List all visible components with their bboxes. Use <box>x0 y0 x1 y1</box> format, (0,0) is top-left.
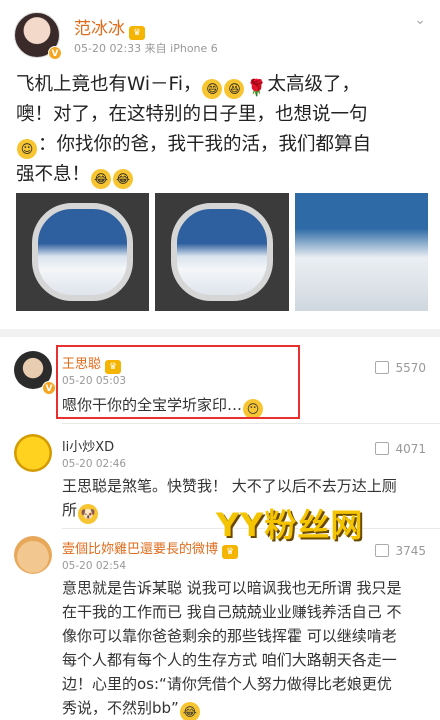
comment-text: 意思就是告诉某聪 说我可以暗讽我也无所谓 我只是 在干我的工作而已 我自己兢兢业… <box>62 576 428 720</box>
laugh-emoji-icon: 😂 <box>91 169 112 189</box>
highlight-box <box>56 345 300 419</box>
vip-crown-icon: ♛ <box>222 545 239 559</box>
laugh-emoji-icon: 😂 <box>113 169 134 189</box>
thumbs-up-icon <box>375 442 390 455</box>
avatar[interactable] <box>14 434 52 472</box>
like-button[interactable]: 3745 <box>375 544 426 558</box>
smile-emoji-icon: ☺ <box>17 139 37 159</box>
laugh-emoji-icon: 😄 <box>202 79 223 99</box>
comment-item: 壹個比妳雞巴還要長的微博 ♛ 05-20 02:54 意思就是告诉某聪 说我可以暗… <box>0 532 440 720</box>
photo-thumbnail[interactable] <box>16 193 150 311</box>
weibo-post: V 范冰冰 ♛ 05-20 02:33 来自 iPhone 6 ⌄ 飞机上竟也有W… <box>0 0 440 325</box>
photo-grid <box>16 193 428 311</box>
post-text: 飞机上竟也有Wi－Fi， 😄 😆 🌹太高级了， 噢！对了，在这特别的日子里，也想说一句… <box>16 70 426 190</box>
separator <box>62 423 440 424</box>
like-button[interactable]: 4071 <box>375 442 426 456</box>
chevron-down-icon[interactable]: ⌄ <box>414 12 426 28</box>
comment-time: 05-20 02:54 <box>62 560 127 572</box>
rose-emoji-icon: 🌹 <box>246 78 267 97</box>
verified-icon: V <box>48 46 62 60</box>
comment-time: 05-20 02:46 <box>62 458 127 470</box>
post-username[interactable]: 范冰冰 ♛ <box>74 14 145 40</box>
thumbs-up-icon <box>375 544 390 557</box>
dog-emoji-icon: 🐶 <box>78 504 99 524</box>
comment-username[interactable]: 壹個比妳雞巴還要長的微博 ♛ <box>62 538 239 559</box>
like-button[interactable]: 5570 <box>375 361 426 375</box>
watermark: YY粉丝网 <box>216 506 364 544</box>
photo-thumbnail[interactable] <box>155 193 289 311</box>
post-meta: 05-20 02:33 来自 iPhone 6 <box>74 42 218 55</box>
vip-crown-icon: ♛ <box>129 26 145 40</box>
laugh-emoji-icon: 😂 <box>179 702 200 720</box>
photo-thumbnail[interactable] <box>294 193 428 311</box>
section-divider <box>0 329 440 337</box>
comment-username[interactable]: li小炒XD <box>62 436 114 455</box>
grin-emoji-icon: 😆 <box>224 79 245 99</box>
avatar[interactable] <box>14 536 52 574</box>
verified-icon: V <box>42 381 56 395</box>
thumbs-up-icon <box>375 361 390 374</box>
